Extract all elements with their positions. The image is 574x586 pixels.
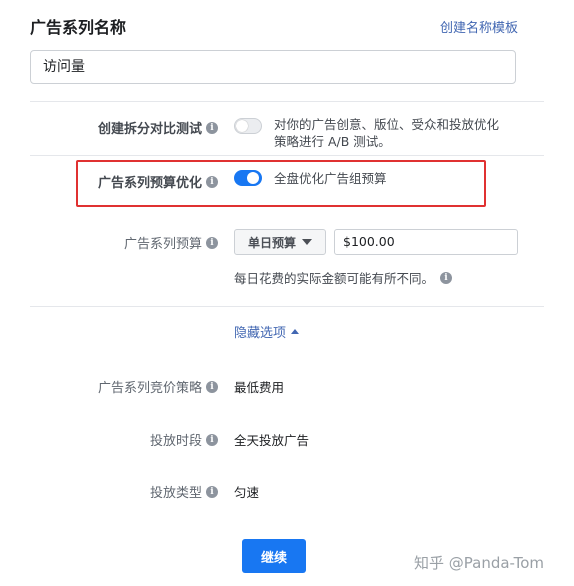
toggle-knob: [236, 120, 248, 132]
split-test-toggle[interactable]: [234, 118, 262, 134]
watermark-text: 知乎 @Panda-Tom: [414, 554, 544, 572]
delivery-type-label-group: 投放类型 i: [150, 482, 218, 501]
section-title: 广告系列名称: [30, 18, 127, 37]
divider: [30, 101, 544, 102]
info-icon[interactable]: i: [206, 485, 218, 498]
split-test-description: 对你的广告创意、版位、受众和投放优化 策略进行 A/B 测试。: [274, 116, 499, 150]
delivery-type-label: 投放类型: [149, 486, 202, 501]
bid-strategy-value[interactable]: 最低费用: [234, 377, 284, 396]
budget-optimization-label-group: 广告系列预算优化 i: [98, 172, 218, 191]
schedule-label-group: 投放时段 i: [150, 430, 218, 449]
budget-optimization-description: 全盘优化广告组预算: [274, 171, 387, 186]
budget-amount-input[interactable]: $100.00: [334, 229, 518, 255]
bid-strategy-label: 广告系列竞价策略: [97, 381, 202, 396]
divider: [30, 306, 544, 307]
budget-optimization-toggle[interactable]: [234, 170, 262, 186]
toggle-knob: [247, 172, 259, 184]
caret-down-icon: [302, 239, 312, 245]
hide-options-link[interactable]: 隐藏选项: [234, 322, 300, 341]
budget-note-text: 每日花费的实际金额可能有所不同。: [234, 271, 435, 286]
split-test-label-group: 创建拆分对比测试 i: [98, 118, 218, 137]
create-name-template-link[interactable]: 创建名称模板: [440, 17, 518, 36]
bid-strategy-label-group: 广告系列竞价策略 i: [98, 377, 218, 396]
caret-up-icon: [291, 329, 300, 334]
budget-optimization-label: 广告系列预算优化: [97, 176, 202, 191]
hide-options-label: 隐藏选项: [234, 326, 287, 341]
split-test-desc-line2: 策略进行 A/B 测试。: [274, 134, 391, 149]
schedule-value[interactable]: 全天投放广告: [234, 430, 309, 449]
budget-note: 每日花费的实际金额可能有所不同。 i: [234, 268, 453, 287]
info-icon[interactable]: i: [206, 121, 218, 134]
budget-label-group: 广告系列预算 i: [124, 233, 218, 252]
budget-type-dropdown[interactable]: 单日预算: [234, 229, 326, 255]
info-icon[interactable]: i: [206, 433, 218, 446]
split-test-label: 创建拆分对比测试: [97, 122, 202, 137]
split-test-desc-line1: 对你的广告创意、版位、受众和投放优化: [274, 117, 500, 132]
info-icon[interactable]: i: [206, 236, 218, 249]
divider: [30, 155, 544, 156]
schedule-label: 投放时段: [149, 434, 202, 449]
budget-label: 广告系列预算: [123, 237, 202, 252]
campaign-name-input[interactable]: 访问量: [30, 50, 516, 84]
continue-button[interactable]: 继续: [242, 539, 306, 573]
delivery-type-value[interactable]: 匀速: [234, 482, 259, 501]
budget-type-selected: 单日预算: [247, 235, 296, 250]
info-icon[interactable]: i: [206, 380, 218, 393]
info-icon[interactable]: i: [440, 271, 453, 284]
info-icon[interactable]: i: [206, 175, 218, 188]
